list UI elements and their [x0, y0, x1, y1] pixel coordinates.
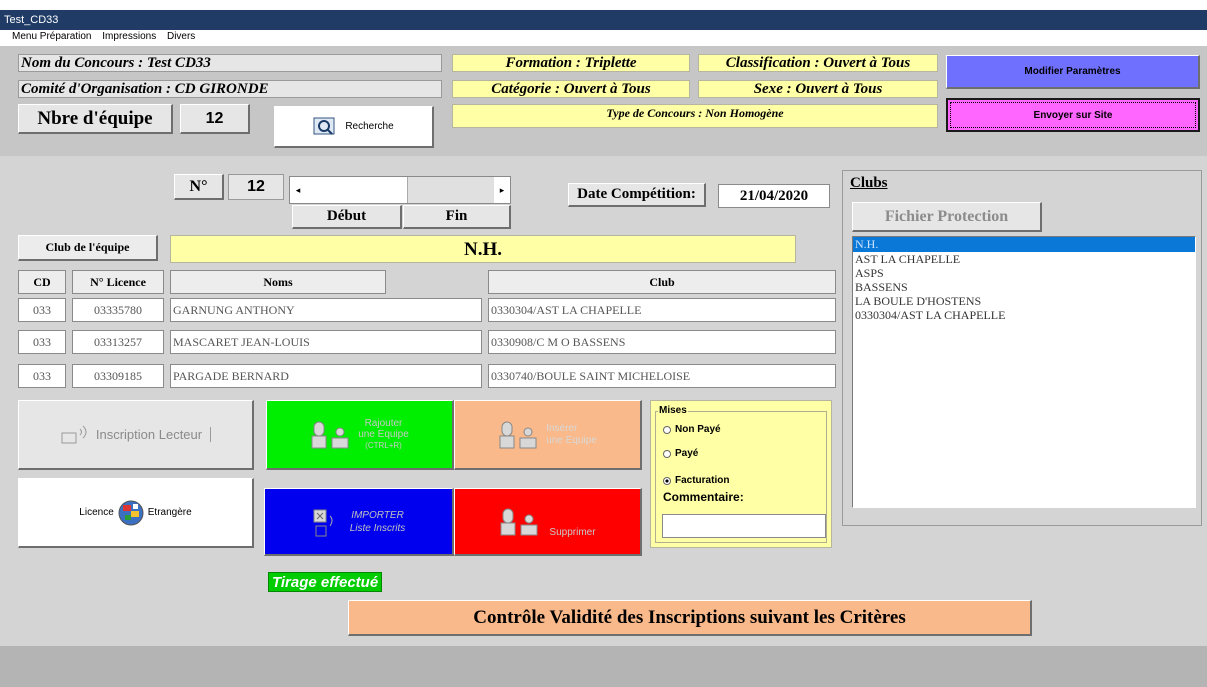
excel-import-icon	[313, 509, 333, 536]
team-scrollbar[interactable]: ◂ ▸	[289, 176, 511, 204]
mises-title: Mises	[658, 405, 688, 416]
search-icon	[313, 117, 335, 135]
envoyer-site-button[interactable]: Envoyer sur Site	[946, 98, 1200, 132]
rajouter-equipe-button[interactable]: Rajouter une Equipe (CTRL+R)	[266, 400, 454, 470]
inserer-equipe-button[interactable]: Insérer une Equipe	[454, 400, 642, 470]
concours-name: Nom du Concours : Test CD33	[18, 54, 442, 72]
list-item[interactable]: AST LA CHAPELLE	[853, 252, 1195, 266]
non-paye-label: Non Payé	[675, 424, 721, 435]
row3-nom[interactable]: PARGADE BERNARD	[170, 364, 482, 388]
clubs-title: Clubs	[850, 175, 888, 191]
row1-cd[interactable]: 033	[18, 298, 66, 322]
remove-team-icon	[500, 508, 538, 535]
list-item[interactable]: BASSENS	[853, 280, 1195, 294]
facturation-label: Facturation	[675, 475, 730, 486]
menu-preparation[interactable]: Menu Préparation	[12, 31, 92, 42]
comite-organisation: Comité d'Organisation : CD GIRONDE	[18, 80, 442, 98]
scroll-right-icon[interactable]: ▸	[494, 177, 510, 203]
nbre-equipe-value: 12	[180, 104, 250, 134]
list-item[interactable]: ASPS	[853, 266, 1195, 280]
date-competition-field[interactable]: 21/04/2020	[718, 184, 830, 208]
club-equipe-label: Club de l'équipe	[18, 235, 158, 261]
window-title: Test_CD33	[4, 14, 59, 26]
row3-licence[interactable]: 03309185	[72, 364, 164, 388]
type-concours-label: Type de Concours : Non Homogène	[452, 104, 938, 128]
recherche-label: Recherche	[345, 121, 394, 132]
recherche-button[interactable]: Recherche	[274, 106, 434, 148]
list-item[interactable]: LA BOULE D'HOSTENS	[853, 294, 1195, 308]
nbre-equipe-label: Nbre d'équipe	[18, 104, 173, 134]
licence-label-b: Etrangère	[147, 507, 192, 518]
paye-label: Payé	[675, 448, 699, 459]
rajouter-label-1: Rajouter	[364, 418, 403, 429]
insert-team-icon	[499, 421, 537, 448]
date-competition-label: Date Compétition:	[568, 183, 706, 207]
radio-selected-icon	[663, 476, 671, 485]
inserer-label-1: Insérer	[546, 422, 578, 434]
licence-label-a: Licence	[79, 507, 114, 518]
rajouter-label-2: une Equipe	[358, 429, 409, 440]
classification-label: Classification : Ouvert à Tous	[698, 54, 938, 72]
club-equipe-value: N.H.	[170, 235, 796, 263]
col-header-cd: CD	[18, 270, 66, 294]
supprimer-label: Supprimer	[549, 527, 596, 538]
card-reader-icon	[61, 425, 87, 443]
scroll-left-icon[interactable]: ◂	[290, 177, 306, 203]
row2-licence[interactable]: 03313257	[72, 330, 164, 354]
facturation-radio[interactable]: Facturation	[663, 475, 729, 486]
importer-button[interactable]: IMPORTER Liste Inscrits	[264, 488, 454, 556]
menu-divers[interactable]: Divers	[167, 31, 195, 42]
paye-radio[interactable]: Payé	[663, 448, 698, 459]
row2-cd[interactable]: 033	[18, 330, 66, 354]
fichier-protection-button[interactable]: Fichier Protection	[852, 202, 1042, 232]
numero-label: N°	[174, 174, 224, 200]
col-header-club: Club	[488, 270, 836, 294]
col-header-noms: Noms	[170, 270, 386, 294]
clubs-list[interactable]: N.H. AST LA CHAPELLE ASPS BASSENS LA BOU…	[852, 236, 1196, 508]
window-title-bar: Test_CD33	[0, 10, 1207, 30]
row2-nom[interactable]: MASCARET JEAN-LOUIS	[170, 330, 482, 354]
inscription-lecteur-label: Inscription Lecteur	[96, 427, 212, 442]
fin-button[interactable]: Fin	[403, 205, 511, 229]
modifier-parametres-button[interactable]: Modifier Paramètres	[946, 55, 1200, 89]
status-bar	[0, 646, 1207, 687]
licence-etrangere-button[interactable]: Licence Etrangère	[18, 478, 254, 548]
globe-flags-icon	[118, 500, 144, 525]
col-header-licence: N° Licence	[72, 270, 164, 294]
importer-label-1: IMPORTER	[351, 509, 404, 521]
categorie-label: Catégorie : Ouvert à Tous	[452, 80, 690, 98]
list-item[interactable]: N.H.	[853, 237, 1195, 252]
importer-label-2: Liste Inscrits	[349, 522, 406, 534]
non-paye-radio[interactable]: Non Payé	[663, 424, 721, 435]
sexe-label: Sexe : Ouvert à Tous	[698, 80, 938, 98]
formation-label: Formation : Triplette	[452, 54, 690, 72]
commentaire-input[interactable]	[662, 514, 826, 538]
tirage-status: Tirage effectué	[268, 572, 383, 592]
radio-icon	[663, 449, 671, 458]
numero-value: 12	[228, 174, 284, 200]
commentaire-label: Commentaire:	[663, 490, 744, 504]
row2-club[interactable]: 0330908/C M O BASSENS	[488, 330, 836, 354]
menu-impressions[interactable]: Impressions	[102, 31, 156, 42]
row1-licence[interactable]: 03335780	[72, 298, 164, 322]
row3-club[interactable]: 0330740/BOULE SAINT MICHELOISE	[488, 364, 836, 388]
controle-validite-button[interactable]: Contrôle Validité des Inscriptions suiva…	[348, 600, 1032, 636]
inscription-lecteur-button[interactable]: Inscription Lecteur	[18, 400, 254, 470]
row3-cd[interactable]: 033	[18, 364, 66, 388]
radio-icon	[663, 425, 671, 434]
list-item[interactable]: 0330304/AST LA CHAPELLE	[853, 308, 1195, 322]
supprimer-button[interactable]: Supprimer	[454, 488, 642, 556]
row1-club[interactable]: 0330304/AST LA CHAPELLE	[488, 298, 836, 322]
menu-bar: Menu Préparation Impressions Divers	[0, 30, 1207, 44]
row1-nom[interactable]: GARNUNG ANTHONY	[170, 298, 482, 322]
scroll-thumb[interactable]	[306, 177, 408, 203]
debut-button[interactable]: Début	[292, 205, 402, 229]
add-team-icon	[311, 421, 349, 448]
rajouter-shortcut: (CTRL+R)	[365, 441, 402, 450]
inserer-label-2: une Equipe	[546, 434, 597, 446]
